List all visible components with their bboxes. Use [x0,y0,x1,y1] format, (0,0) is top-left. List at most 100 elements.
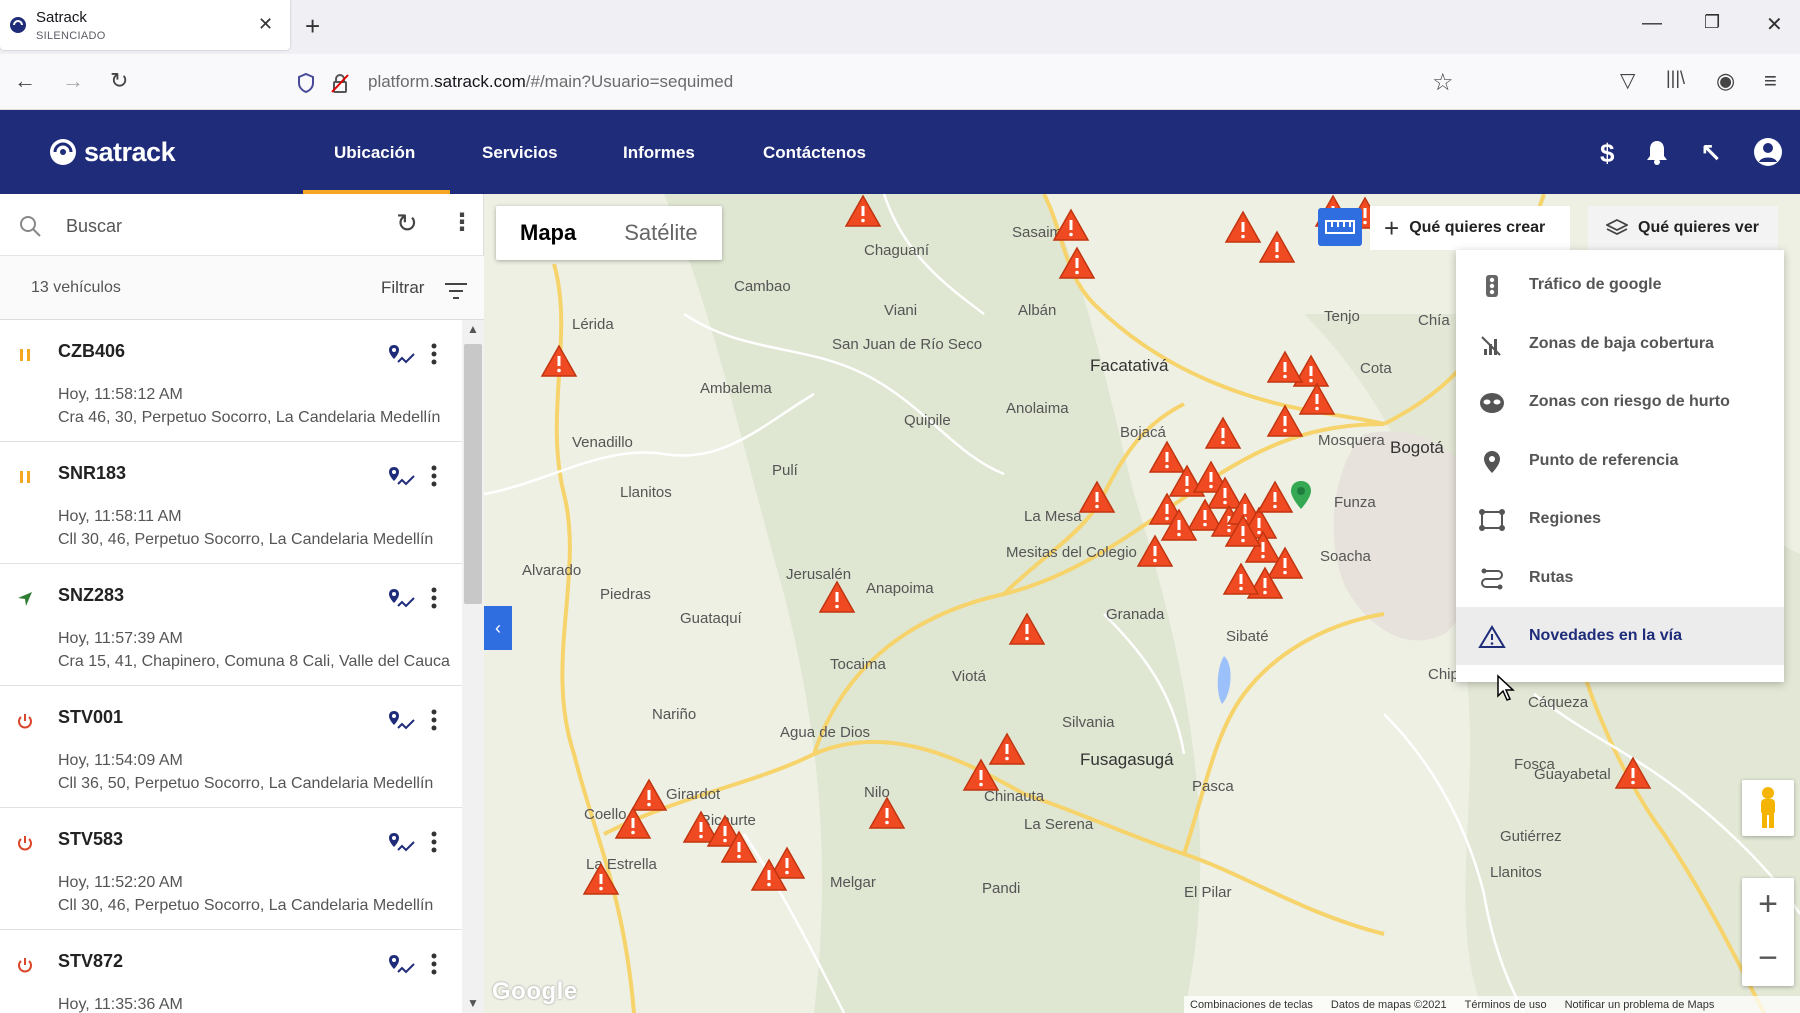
menu-ubicacion[interactable]: Ubicación [334,143,415,163]
menu-servicios[interactable]: Servicios [482,143,558,163]
back-icon[interactable]: ← [14,68,36,94]
vehicle-row[interactable]: STV872 Hoy, 11:35:36 AM [0,930,462,1013]
road-alert-marker-icon[interactable] [614,806,652,840]
road-alert-marker-icon[interactable] [1614,756,1652,790]
road-alert-marker-icon[interactable] [540,344,578,378]
lock-warning-icon[interactable] [330,72,350,94]
url-text[interactable]: platform.satrack.com/#/main?Usuario=sequ… [368,72,733,92]
road-alert-marker-icon[interactable] [750,858,788,892]
route-history-icon[interactable] [388,832,416,856]
billing-icon[interactable]: $ [1600,138,1614,169]
search-input[interactable]: Buscar [66,216,122,237]
reference-pin-icon[interactable] [1290,480,1312,510]
road-alert-marker-icon[interactable] [868,796,906,830]
vehicle-more-icon[interactable] [430,830,438,854]
refresh-icon[interactable]: ↻ [396,208,418,239]
bookmark-star-icon[interactable]: ☆ [1432,68,1454,97]
route-history-icon[interactable] [388,588,416,612]
layer-option[interactable]: Regiones [1456,490,1784,548]
cursor-arrow-icon[interactable]: ↖ [1700,138,1722,169]
filter-icon[interactable] [444,282,468,300]
road-alert-marker-icon[interactable] [1222,562,1260,596]
bell-icon[interactable] [1644,138,1670,166]
scroll-thumb[interactable] [464,344,482,604]
zoom-out-button[interactable]: − [1742,932,1794,986]
minimize-icon[interactable]: — [1642,12,1662,35]
road-alert-marker-icon[interactable] [1266,350,1304,384]
vehicle-row[interactable]: STV583 Hoy, 11:52:20 AM Cll 30, 46, Perpet… [0,808,462,930]
list-scrollbar[interactable]: ▲ ▼ [462,320,484,1013]
route-history-icon[interactable] [388,466,416,490]
vehicle-row[interactable]: SNR183 Hoy, 11:58:11 AM Cll 30, 46, Perpet… [0,442,462,564]
vehicle-row[interactable]: STV001 Hoy, 11:54:09 AM Cll 36, 50, Perpet… [0,686,462,808]
road-alert-marker-icon[interactable] [844,194,882,228]
report-problem-link[interactable]: Notificar un problema de Maps [1565,999,1715,1011]
vehicle-more-icon[interactable] [430,464,438,488]
layer-option[interactable]: Punto de referencia [1456,432,1784,490]
more-options-icon[interactable]: ⋮ [450,208,474,237]
keyboard-shortcuts-link[interactable]: Combinaciones de teclas [1190,999,1313,1011]
pocket-icon[interactable]: ▽ [1620,68,1635,93]
scroll-down-icon[interactable]: ▼ [467,996,479,1010]
road-alert-marker-icon[interactable] [1224,210,1262,244]
see-layers-button[interactable]: Qué quieres ver [1588,206,1778,250]
restore-icon[interactable]: ❐ [1704,12,1720,33]
road-alert-marker-icon[interactable] [818,580,856,614]
shield-icon[interactable] [296,72,316,94]
road-alert-marker-icon[interactable] [1298,382,1336,416]
map-type-mapa[interactable]: Mapa [496,206,600,260]
map-canvas[interactable]: San FranciscoSasaimaChaguaníCambaoLérida… [484,194,1800,1013]
vehicle-more-icon[interactable] [430,586,438,610]
road-alert-marker-icon[interactable] [1258,230,1296,264]
user-account-icon[interactable] [1752,136,1784,168]
street-view-pegman[interactable] [1742,780,1794,836]
hamburger-menu-icon[interactable]: ≡ [1764,68,1777,94]
vehicle-more-icon[interactable] [430,342,438,366]
satrack-logo[interactable]: satrack [48,134,176,170]
reload-icon[interactable]: ↻ [110,68,128,94]
road-alert-marker-icon[interactable] [1224,514,1262,548]
road-alert-marker-icon[interactable] [582,862,620,896]
zoom-in-button[interactable]: + [1742,878,1794,932]
ruler-button[interactable] [1318,208,1362,246]
library-icon[interactable]: |||\ [1666,68,1685,89]
collapse-sidebar-button[interactable]: ‹ [484,606,512,650]
account-icon[interactable]: ◉ [1716,68,1735,94]
route-history-icon[interactable] [388,954,416,978]
road-alert-marker-icon[interactable] [1160,508,1198,542]
layer-option[interactable]: Rutas [1456,549,1784,607]
vehicle-more-icon[interactable] [430,708,438,732]
layer-label: Punto de referencia [1529,451,1679,469]
road-alert-marker-icon[interactable] [962,758,1000,792]
road-alert-marker-icon[interactable] [1008,612,1046,646]
map-place-label: Venadillo [572,434,633,451]
create-button[interactable]: + Qué quieres crear [1370,206,1570,250]
layer-option[interactable]: Novedades en la vía [1456,607,1784,665]
vehicle-row[interactable]: CZB406 Hoy, 11:58:12 AM Cra 46, 30, Perpet… [0,320,462,442]
route-history-icon[interactable] [388,344,416,368]
menu-informes[interactable]: Informes [623,143,695,163]
forward-icon[interactable]: → [62,68,84,94]
vehicle-row[interactable]: SNZ283 Hoy, 11:57:39 AM Cra 15, 41, Chapin… [0,564,462,686]
new-tab-icon[interactable]: + [305,11,320,42]
road-alert-marker-icon[interactable] [1052,208,1090,242]
route-history-icon[interactable] [388,710,416,734]
road-alert-marker-icon[interactable] [1078,480,1116,514]
map-place-label: Alvarado [522,562,582,579]
filter-button[interactable]: Filtrar [381,278,424,298]
tab-close-icon[interactable]: ✕ [258,14,273,35]
terms-link[interactable]: Términos de uso [1465,999,1547,1011]
scroll-up-icon[interactable]: ▲ [467,322,479,336]
browser-tab[interactable]: Satrack SILENCIADO ✕ [0,0,290,50]
address-bar[interactable]: platform.satrack.com/#/main?Usuario=sequ… [286,62,1456,102]
layer-option[interactable]: Zonas de baja cobertura [1456,315,1784,373]
window-close-icon[interactable]: ✕ [1766,12,1783,37]
road-alert-marker-icon[interactable] [1058,246,1096,280]
map-type-satelite[interactable]: Satélite [600,206,721,260]
road-alert-marker-icon[interactable] [1204,416,1242,450]
road-alert-marker-icon[interactable] [1256,480,1294,514]
vehicle-more-icon[interactable] [430,952,438,976]
menu-contactenos[interactable]: Contáctenos [763,143,866,163]
layer-option[interactable]: Tráfico de google [1456,256,1784,314]
layer-option[interactable]: Zonas con riesgo de hurto [1456,373,1784,431]
